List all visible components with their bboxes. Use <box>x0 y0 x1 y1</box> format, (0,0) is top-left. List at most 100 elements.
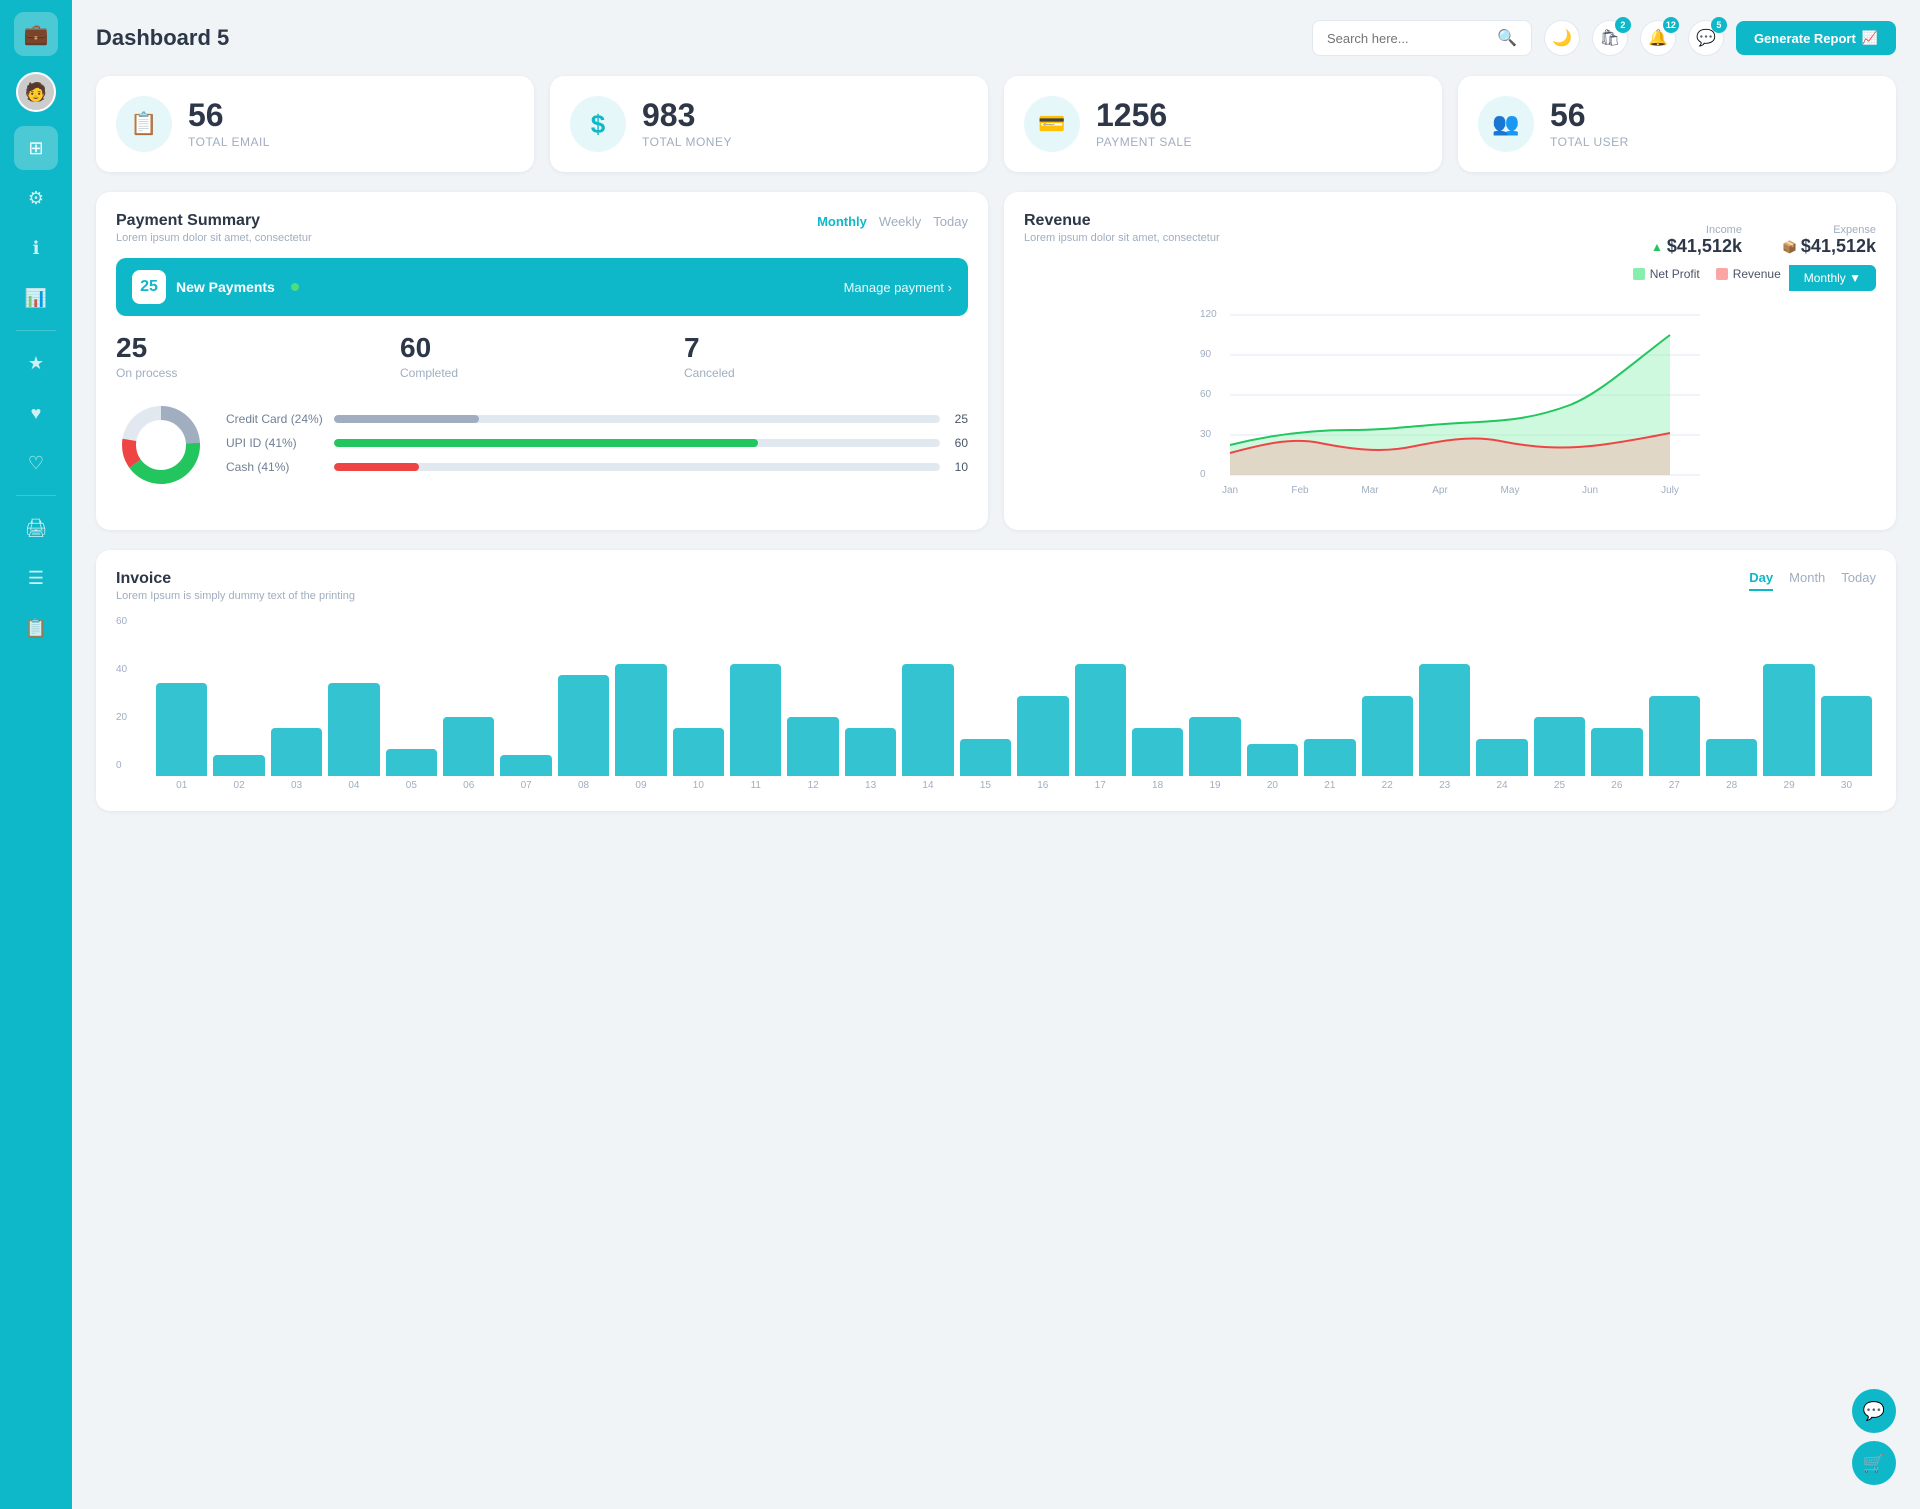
canceled-num: 7 <box>684 332 968 364</box>
sidebar-logo[interactable]: 💼 <box>14 12 58 56</box>
invoice-x-label: 09 <box>615 780 666 791</box>
invoice-title-block: Invoice Lorem Ipsum is simply dummy text… <box>116 570 355 602</box>
new-payments-count: 25 <box>132 270 166 304</box>
completed-stat: 60 Completed <box>400 332 684 380</box>
sidebar-item-menu[interactable]: ☰ <box>14 556 58 600</box>
payment-summary-title-block: Payment Summary Lorem ipsum dolor sit am… <box>116 212 312 244</box>
avatar[interactable]: 🧑 <box>16 72 56 112</box>
shopping-notification-button[interactable]: 🛍 2 <box>1592 20 1628 56</box>
invoice-bar <box>271 728 322 776</box>
revenue-monthly-tab[interactable]: Monthly ▼ <box>1789 265 1876 291</box>
sidebar-item-wishlist[interactable]: ♡ <box>14 441 58 485</box>
svg-text:90: 90 <box>1200 349 1212 360</box>
float-chat-icon: 💬 <box>1863 1401 1885 1422</box>
canceled-stat: 7 Canceled <box>684 332 968 380</box>
invoice-bar <box>1247 744 1298 776</box>
payment-bottom: Credit Card (24%) 25 UPI ID (41%) 60 <box>116 400 968 495</box>
invoice-title: Invoice <box>116 570 355 588</box>
info-icon: ℹ <box>33 238 40 259</box>
revenue-income-row: Income ▲ $41,512k Expense 📦 $41,512k <box>1633 224 1876 257</box>
svg-text:July: July <box>1661 485 1679 496</box>
total-user-num: 56 <box>1550 99 1629 131</box>
sidebar-item-favorites[interactable]: ♥ <box>14 391 58 435</box>
credit-fill <box>334 415 479 423</box>
float-chat-button[interactable]: 💬 <box>1852 1389 1896 1433</box>
y-label-0: 0 <box>116 760 140 771</box>
message-notification-button[interactable]: 💬 5 <box>1688 20 1724 56</box>
invoice-x-label: 06 <box>443 780 494 791</box>
bell-notification-button[interactable]: 🔔 12 <box>1640 20 1676 56</box>
on-process-stat: 25 On process <box>116 332 400 380</box>
completed-num: 60 <box>400 332 684 364</box>
invoice-bar <box>156 683 207 776</box>
credit-label: Credit Card (24%) <box>226 412 326 426</box>
float-cart-button[interactable]: 🛒 <box>1852 1441 1896 1485</box>
upi-fill <box>334 439 758 447</box>
invoice-x-label: 21 <box>1304 780 1355 791</box>
tab-today[interactable]: Today <box>933 212 968 231</box>
list-icon: 📋 <box>25 618 47 639</box>
expense-block: Expense 📦 $41,512k <box>1782 224 1876 257</box>
invoice-x-label: 26 <box>1591 780 1642 791</box>
invoice-x-label: 10 <box>673 780 724 791</box>
manage-payment-link[interactable]: Manage payment › <box>844 280 952 295</box>
invoice-bar <box>1362 696 1413 776</box>
main-content: Dashboard 5 🔍 🌙 🛍 2 🔔 12 💬 5 Gen <box>72 0 1920 1509</box>
invoice-x-label: 22 <box>1362 780 1413 791</box>
revenue-dot <box>1716 268 1728 280</box>
invoice-bar <box>213 755 264 776</box>
generate-report-button[interactable]: Generate Report 📈 <box>1736 21 1896 55</box>
invoice-bar <box>328 683 379 776</box>
sidebar-item-star[interactable]: ★ <box>14 341 58 385</box>
invoice-x-label: 13 <box>845 780 896 791</box>
invoice-bars-wrap: 0102030405060708091011121314151617181920… <box>152 616 1876 791</box>
invoice-subtitle: Lorem Ipsum is simply dummy text of the … <box>116 590 355 602</box>
upi-label: UPI ID (41%) <box>226 436 326 450</box>
invoice-x-label: 20 <box>1247 780 1298 791</box>
invoice-bar <box>1649 696 1700 776</box>
search-box[interactable]: 🔍 <box>1312 20 1532 56</box>
svg-text:60: 60 <box>1200 389 1212 400</box>
invoice-tab-today[interactable]: Today <box>1841 570 1876 591</box>
sidebar-item-analytics[interactable]: 📊 <box>14 276 58 320</box>
stat-info-money: 983 TOTAL MONEY <box>642 99 732 149</box>
stat-info-payment: 1256 PAYMENT SALE <box>1096 99 1192 149</box>
sidebar-item-dashboard[interactable]: ⊞ <box>14 126 58 170</box>
invoice-x-label: 30 <box>1821 780 1872 791</box>
invoice-tab-month[interactable]: Month <box>1789 570 1825 591</box>
invoice-x-label: 01 <box>156 780 207 791</box>
y-label-20: 20 <box>116 712 140 723</box>
stat-card-payment: 💳 1256 PAYMENT SALE <box>1004 76 1442 172</box>
total-user-label: TOTAL USER <box>1550 135 1629 149</box>
chart-icon: 📈 <box>1862 30 1878 46</box>
sidebar-item-print[interactable]: 🖨 <box>14 506 58 550</box>
bar-row-cash: Cash (41%) 10 <box>226 460 968 474</box>
y-label-40: 40 <box>116 664 140 675</box>
invoice-x-labels: 0102030405060708091011121314151617181920… <box>152 776 1876 791</box>
svg-text:Jan: Jan <box>1222 485 1238 496</box>
invoice-bar <box>1189 717 1240 776</box>
sidebar-item-list[interactable]: 📋 <box>14 606 58 650</box>
invoice-bar <box>1706 739 1757 776</box>
invoice-tab-day[interactable]: Day <box>1749 570 1773 591</box>
invoice-bar-chart <box>152 616 1876 776</box>
invoice-x-label: 18 <box>1132 780 1183 791</box>
upi-track <box>334 439 940 447</box>
gear-icon: ⚙ <box>28 188 44 209</box>
tab-weekly[interactable]: Weekly <box>879 212 921 231</box>
payment-summary-title: Payment Summary <box>116 212 312 230</box>
dashboard-icon: ⊞ <box>28 138 43 159</box>
expense-value-row: 📦 $41,512k <box>1782 236 1876 257</box>
tab-monthly[interactable]: Monthly <box>817 212 867 231</box>
invoice-x-label: 16 <box>1017 780 1068 791</box>
header: Dashboard 5 🔍 🌙 🛍 2 🔔 12 💬 5 Gen <box>96 20 1896 56</box>
user-avatar-icon: 🧑 <box>25 82 47 103</box>
search-input[interactable] <box>1327 31 1489 46</box>
header-right: 🔍 🌙 🛍 2 🔔 12 💬 5 Generate Report 📈 <box>1312 20 1896 56</box>
revenue-card: Revenue Lorem ipsum dolor sit amet, cons… <box>1004 192 1896 530</box>
net-profit-label: Net Profit <box>1650 267 1700 281</box>
sidebar-item-info[interactable]: ℹ <box>14 226 58 270</box>
donut-svg <box>116 400 206 490</box>
sidebar-item-settings[interactable]: ⚙ <box>14 176 58 220</box>
theme-toggle-button[interactable]: 🌙 <box>1544 20 1580 56</box>
